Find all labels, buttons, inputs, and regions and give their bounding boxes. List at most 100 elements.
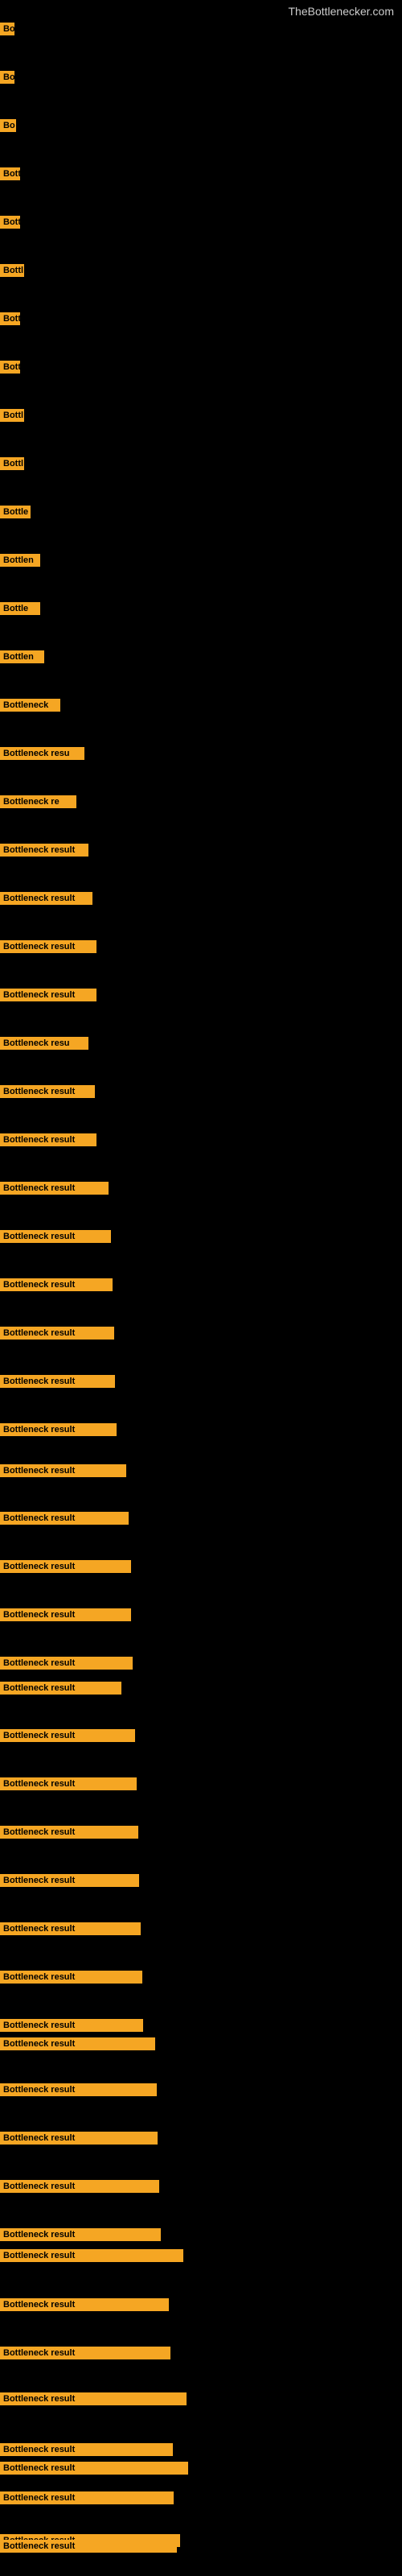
bottleneck-result-label: Bottleneck result bbox=[0, 1777, 137, 1790]
bar-row: Bottleneck result bbox=[0, 1560, 131, 1577]
bottleneck-result-label: Bottleneck result bbox=[0, 2392, 187, 2405]
bar-row: Bottleneck result bbox=[0, 2462, 188, 2479]
bottleneck-result-label: Bottleneck result bbox=[0, 2443, 173, 2456]
bar-row: Bott bbox=[0, 167, 20, 184]
bar-row: Bottleneck result bbox=[0, 2298, 169, 2315]
bar-row: Bottleneck result bbox=[0, 1085, 95, 1102]
bottleneck-result-label: Bottleneck result bbox=[0, 1608, 131, 1621]
bottleneck-result-label: Bottleneck result bbox=[0, 1682, 121, 1695]
bottleneck-result-label: Bottleneck re bbox=[0, 795, 76, 808]
bar-row: Bottleneck result bbox=[0, 1729, 135, 1746]
bottleneck-result-label: Bottleneck result bbox=[0, 1085, 95, 1098]
bar-row: Bottleneck result bbox=[0, 1657, 133, 1674]
bar-row: Bottleneck result bbox=[0, 892, 92, 909]
bottleneck-result-label: Bottleneck result bbox=[0, 989, 96, 1001]
bottleneck-result-label: Bottleneck resu bbox=[0, 747, 84, 760]
bottleneck-result-label: Bottl bbox=[0, 457, 24, 470]
bottleneck-result-label: Bottleneck result bbox=[0, 1182, 109, 1195]
bar-row: Bottleneck result bbox=[0, 1922, 141, 1939]
bottleneck-result-label: Bott bbox=[0, 167, 20, 180]
bar-row: Bottleneck result bbox=[0, 2392, 187, 2409]
bottleneck-result-label: Bottleneck result bbox=[0, 844, 88, 857]
bar-row: Bottleneck result bbox=[0, 2491, 174, 2508]
bar-row: Bottleneck result bbox=[0, 1133, 96, 1150]
bottleneck-result-label: Bottle bbox=[0, 506, 31, 518]
bar-row: Bottl bbox=[0, 264, 24, 281]
bar-row: Bottleneck result bbox=[0, 2228, 161, 2245]
bar-row: Bottleneck result bbox=[0, 1423, 117, 1440]
bottleneck-result-label: Bottleneck result bbox=[0, 892, 92, 905]
bottleneck-result-label: Bottl bbox=[0, 264, 24, 277]
bottleneck-result-label: Bottleneck resu bbox=[0, 1037, 88, 1050]
bottleneck-result-label: Bottleneck result bbox=[0, 2249, 183, 2262]
bottleneck-result-label: Bottlen bbox=[0, 554, 40, 567]
bar-row: Bottlen bbox=[0, 650, 44, 667]
bar-row: Bottleneck result bbox=[0, 2180, 159, 2197]
bar-row: Bottleneck result bbox=[0, 2019, 143, 2036]
bar-row: Bottleneck result bbox=[0, 1464, 126, 1481]
bar-row: Bottleneck result bbox=[0, 2132, 158, 2149]
bar-row: Bottleneck result bbox=[0, 989, 96, 1005]
bar-row: Bo bbox=[0, 23, 14, 39]
bottleneck-result-label: Bottleneck result bbox=[0, 1657, 133, 1670]
bar-row: Bottleneck bbox=[0, 699, 60, 716]
bottleneck-result-label: Bottleneck result bbox=[0, 1464, 126, 1477]
bar-row: Bottleneck result bbox=[0, 2347, 170, 2363]
bottleneck-result-label: Bottleneck result bbox=[0, 1512, 129, 1525]
bottleneck-result-label: Bottlen bbox=[0, 650, 44, 663]
bar-row: Bottleneck result bbox=[0, 2037, 155, 2054]
bar-row: Bottleneck result bbox=[0, 2540, 177, 2557]
bar-row: Bottleneck result bbox=[0, 1512, 129, 1529]
bar-row: Bott bbox=[0, 216, 20, 233]
bottleneck-result-label: Bottleneck result bbox=[0, 1971, 142, 1984]
bottleneck-result-label: Bottleneck result bbox=[0, 1278, 113, 1291]
bottleneck-result-label: Bottleneck result bbox=[0, 2019, 143, 2032]
bar-row: Bottlen bbox=[0, 554, 40, 571]
bottleneck-result-label: Bottleneck result bbox=[0, 2132, 158, 2145]
bottleneck-result-label: Bottleneck result bbox=[0, 2462, 188, 2475]
bar-row: Bo bbox=[0, 119, 16, 136]
bar-row: Bottle bbox=[0, 506, 31, 522]
bar-row: Bottleneck result bbox=[0, 1971, 142, 1988]
bottleneck-result-label: Bo bbox=[0, 23, 14, 35]
bar-row: Bottleneck resu bbox=[0, 1037, 88, 1054]
bar-row: Bottleneck result bbox=[0, 1375, 115, 1392]
bottleneck-result-label: Bottleneck result bbox=[0, 1826, 138, 1839]
bottleneck-result-label: Bottl bbox=[0, 409, 24, 422]
bar-row: Bottleneck result bbox=[0, 1608, 131, 1625]
bottleneck-result-label: Bott bbox=[0, 361, 20, 374]
bottleneck-result-label: Bottleneck result bbox=[0, 2347, 170, 2359]
site-title: TheBottlenecker.com bbox=[288, 0, 402, 21]
bottleneck-result-label: Bottleneck result bbox=[0, 2180, 159, 2193]
bar-row: Bott bbox=[0, 361, 20, 378]
bottleneck-result-label: Bottleneck result bbox=[0, 1230, 111, 1243]
bar-row: Bottleneck result bbox=[0, 2249, 183, 2266]
bar-row: Bottleneck result bbox=[0, 1682, 121, 1699]
bar-row: Bott bbox=[0, 312, 20, 329]
bar-row: Bottleneck result bbox=[0, 844, 88, 861]
bar-row: Bottleneck result bbox=[0, 1230, 111, 1247]
bottleneck-result-label: Bottleneck result bbox=[0, 1375, 115, 1388]
bottleneck-result-label: Bott bbox=[0, 312, 20, 325]
bar-row: Bottleneck re bbox=[0, 795, 76, 812]
bottleneck-result-label: Bottleneck result bbox=[0, 1133, 96, 1146]
bottleneck-result-label: Bottleneck result bbox=[0, 2037, 155, 2050]
bar-row: Bottl bbox=[0, 457, 24, 474]
bottleneck-result-label: Bottleneck result bbox=[0, 2491, 174, 2504]
bottleneck-result-label: Bottleneck result bbox=[0, 1874, 139, 1887]
bar-row: Bottleneck result bbox=[0, 1327, 114, 1344]
bar-row: Bottleneck result bbox=[0, 1278, 113, 1295]
bottleneck-result-label: Bottleneck result bbox=[0, 940, 96, 953]
bottleneck-result-label: Bottleneck result bbox=[0, 1922, 141, 1935]
bottleneck-result-label: Bottleneck result bbox=[0, 2540, 177, 2553]
bar-row: Bottleneck result bbox=[0, 2443, 173, 2460]
bottleneck-result-label: Bottleneck result bbox=[0, 1560, 131, 1573]
bottleneck-result-label: Bott bbox=[0, 216, 20, 229]
bottleneck-result-label: Bo bbox=[0, 71, 14, 84]
bottleneck-result-label: Bo bbox=[0, 119, 16, 132]
bar-row: Bo bbox=[0, 71, 14, 88]
bar-row: Bottle bbox=[0, 602, 40, 619]
bottleneck-result-label: Bottle bbox=[0, 602, 40, 615]
bottleneck-result-label: Bottleneck bbox=[0, 699, 60, 712]
bar-row: Bottleneck result bbox=[0, 1777, 137, 1794]
